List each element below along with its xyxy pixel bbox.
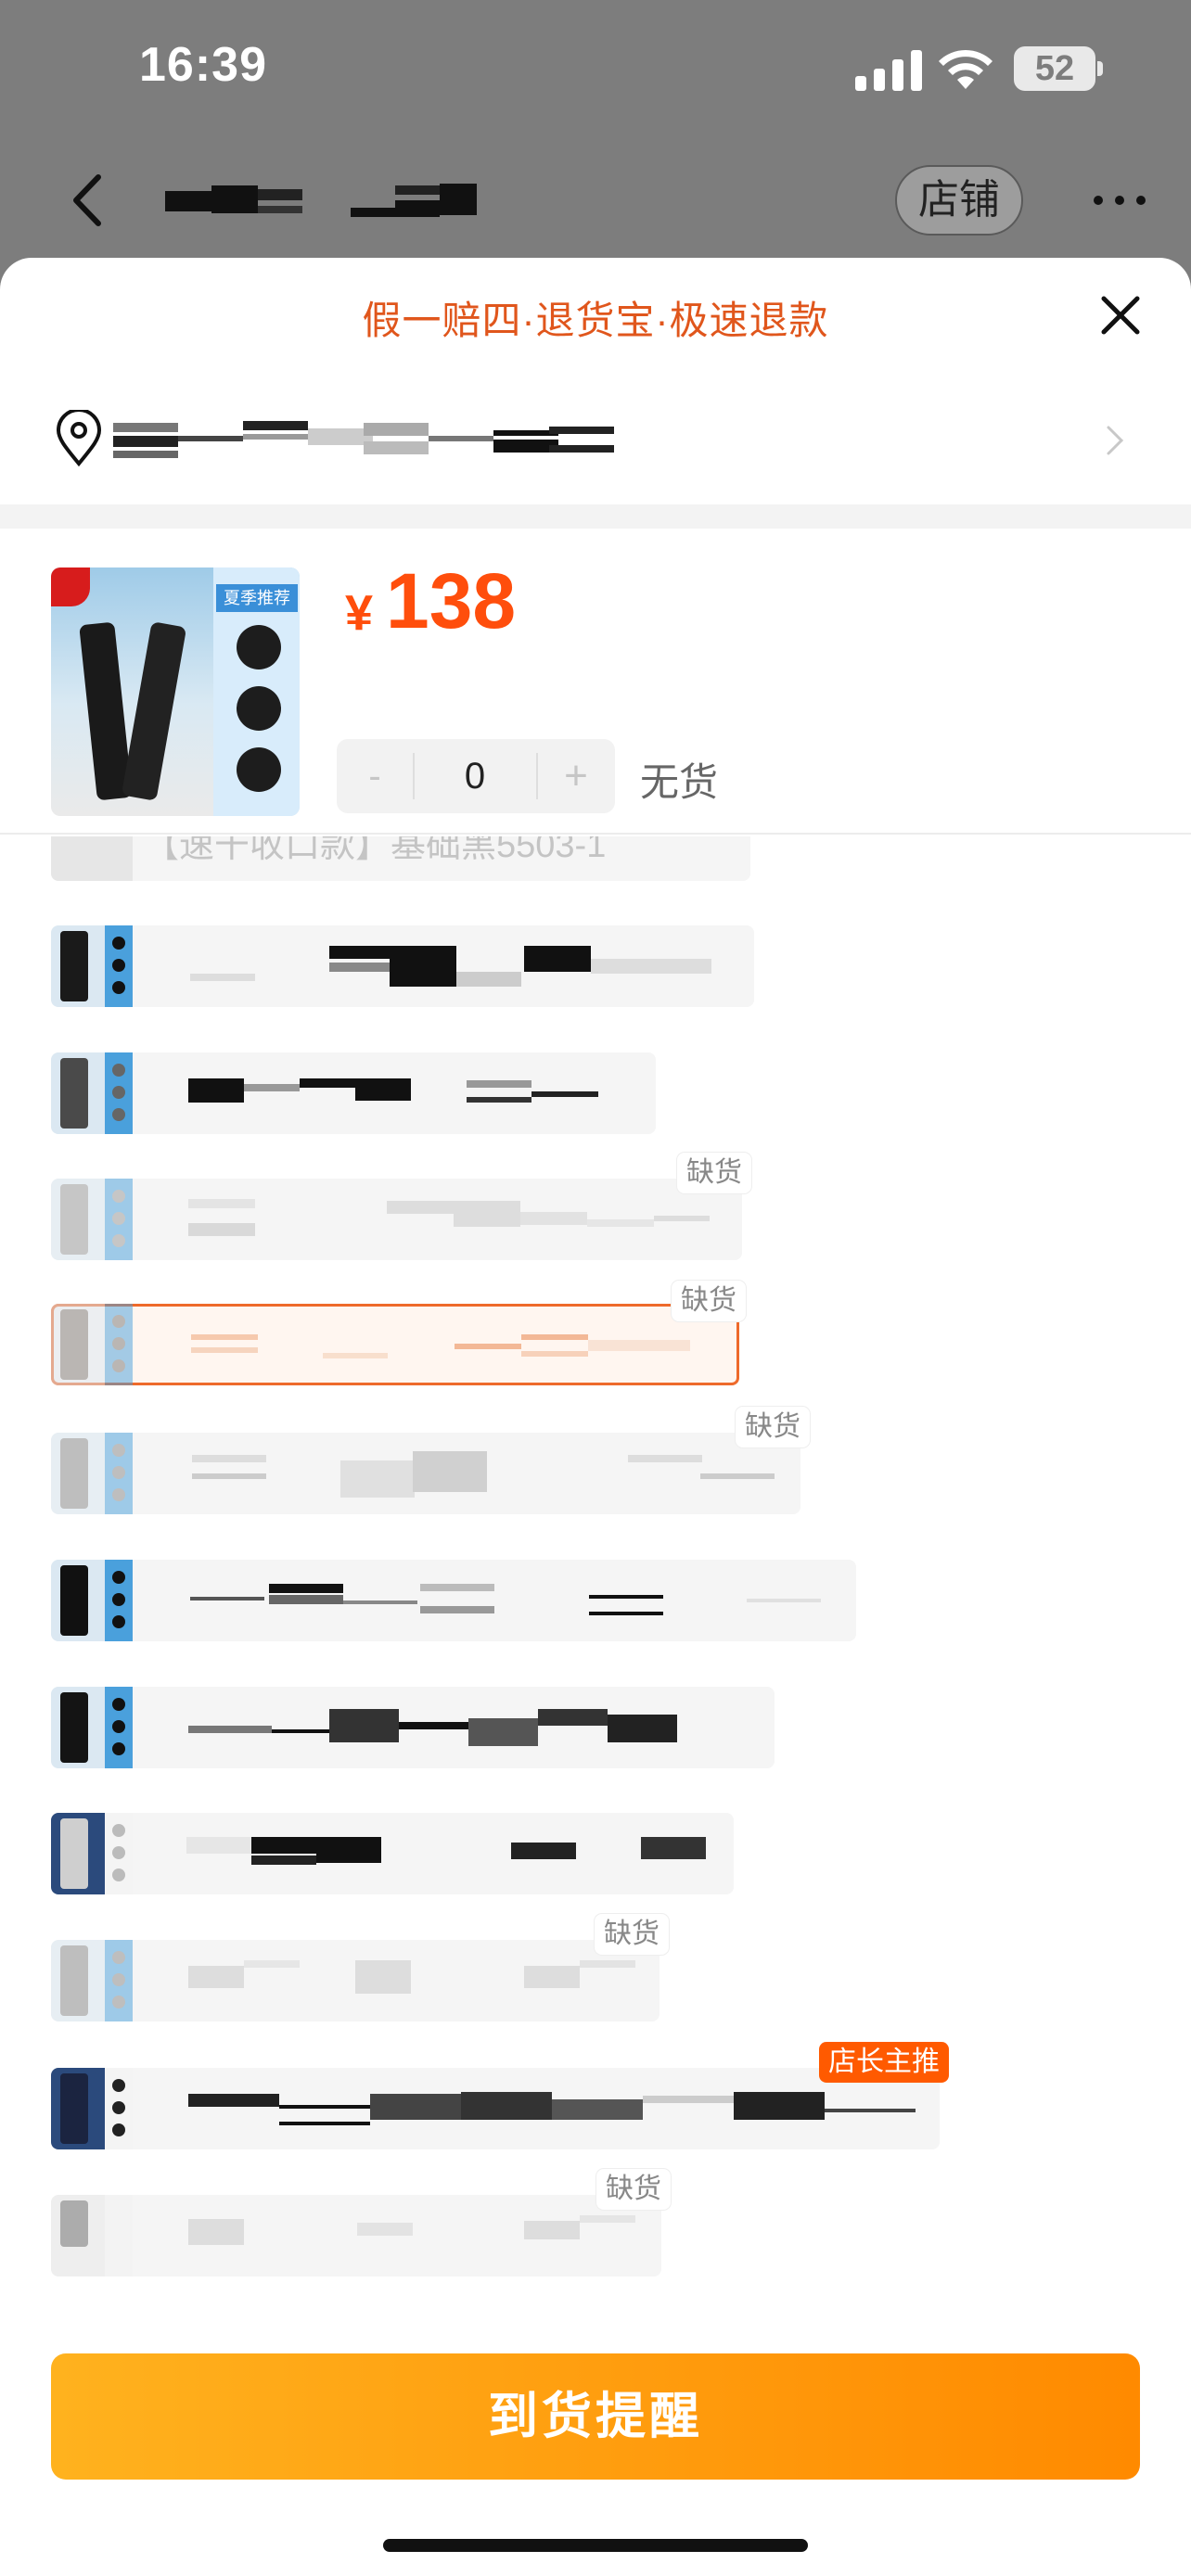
sku-option[interactable] xyxy=(51,1687,775,1768)
sku-thumb xyxy=(51,2195,133,2276)
sku-thumb xyxy=(51,1052,133,1134)
wifi-icon xyxy=(937,45,994,91)
home-indicator xyxy=(383,2539,808,2552)
sku-option-partial[interactable]: 【速干收口款】基础黑5503-1 xyxy=(51,836,750,881)
chevron-right-icon[interactable] xyxy=(1104,422,1126,459)
increment-button[interactable]: + xyxy=(538,739,614,813)
sku-option[interactable]: 缺货 xyxy=(51,1914,669,2021)
sku-thumb xyxy=(51,1304,133,1385)
battery-indicator: 52 xyxy=(1014,46,1095,91)
redacted-title xyxy=(165,182,536,223)
sku-option[interactable]: 店长主推 xyxy=(51,2042,949,2149)
price-currency: ¥ xyxy=(345,585,374,641)
out-of-stock-tag: 缺货 xyxy=(736,1407,810,1447)
sku-option[interactable]: 缺货 xyxy=(51,2169,671,2276)
out-of-stock-tag: 缺货 xyxy=(672,1281,746,1321)
sku-thumb xyxy=(51,836,133,881)
signal-icon xyxy=(855,48,922,91)
quantity-input[interactable]: 0 xyxy=(415,739,535,813)
product-thumbnail[interactable]: 夏季推荐 xyxy=(51,567,300,816)
sku-thumb xyxy=(51,1179,133,1260)
sku-option[interactable] xyxy=(51,1813,734,1894)
section-divider xyxy=(0,504,1191,529)
sku-thumb xyxy=(51,1940,133,2021)
sku-option-selected[interactable]: 缺货 xyxy=(51,1281,746,1385)
out-of-stock-tag: 缺货 xyxy=(595,1914,669,1955)
brand-logo xyxy=(51,567,90,606)
close-icon[interactable] xyxy=(1098,293,1143,338)
guarantee-banner: 假一赔四·退货宝·极速退款 xyxy=(362,299,829,342)
sku-thumb xyxy=(51,2068,133,2149)
location-icon xyxy=(54,408,104,467)
sku-label: 【速干收口款】基础黑5503-1 xyxy=(144,836,607,865)
redacted-address[interactable] xyxy=(113,419,614,462)
shop-button[interactable]: 店铺 xyxy=(895,165,1023,236)
sku-option[interactable] xyxy=(51,1052,656,1134)
price-value: 138 xyxy=(386,557,517,644)
sku-thumb xyxy=(51,1560,133,1641)
fabric-swatch-icon xyxy=(237,686,281,731)
out-of-stock-tag: 缺货 xyxy=(596,2169,671,2210)
decrement-button[interactable]: - xyxy=(337,739,413,813)
battery-tip xyxy=(1097,61,1103,76)
fabric-swatch-icon xyxy=(237,747,281,792)
sku-thumb xyxy=(51,925,133,1007)
back-icon[interactable] xyxy=(65,172,111,229)
sku-option[interactable] xyxy=(51,925,754,1007)
pants-image-right xyxy=(121,621,187,801)
header-divider xyxy=(0,833,1191,835)
recommended-tag: 店长主推 xyxy=(819,2042,949,2083)
sku-option[interactable]: 缺货 xyxy=(51,1153,751,1260)
out-of-stock-tag: 缺货 xyxy=(677,1153,751,1193)
sku-option[interactable] xyxy=(51,1560,856,1641)
more-icon[interactable] xyxy=(1091,191,1148,210)
sku-thumb xyxy=(51,1813,133,1894)
sku-thumb xyxy=(51,1687,133,1768)
sku-option[interactable]: 缺货 xyxy=(51,1407,810,1514)
stock-status: 无货 xyxy=(640,760,719,804)
fabric-swatch-icon xyxy=(237,625,281,670)
restock-notify-button[interactable]: 到货提醒 xyxy=(51,2353,1140,2480)
thumbnail-badge: 夏季推荐 xyxy=(216,584,298,612)
sku-thumb xyxy=(51,1433,133,1514)
status-time: 16:39 xyxy=(139,38,267,92)
